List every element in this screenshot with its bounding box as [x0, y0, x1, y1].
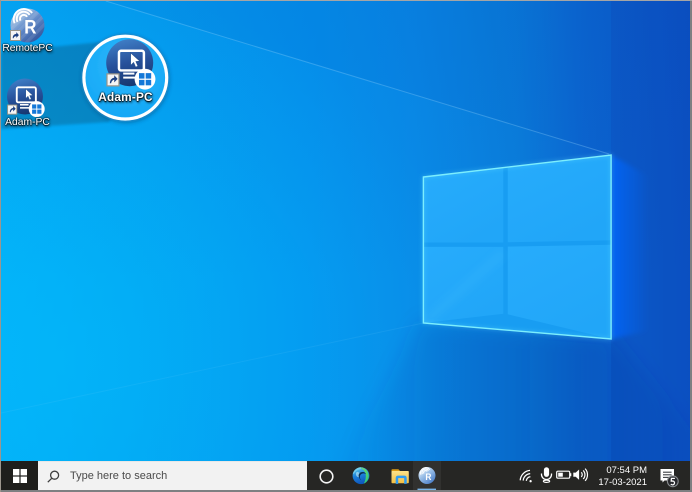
svg-text:R: R [425, 471, 432, 482]
